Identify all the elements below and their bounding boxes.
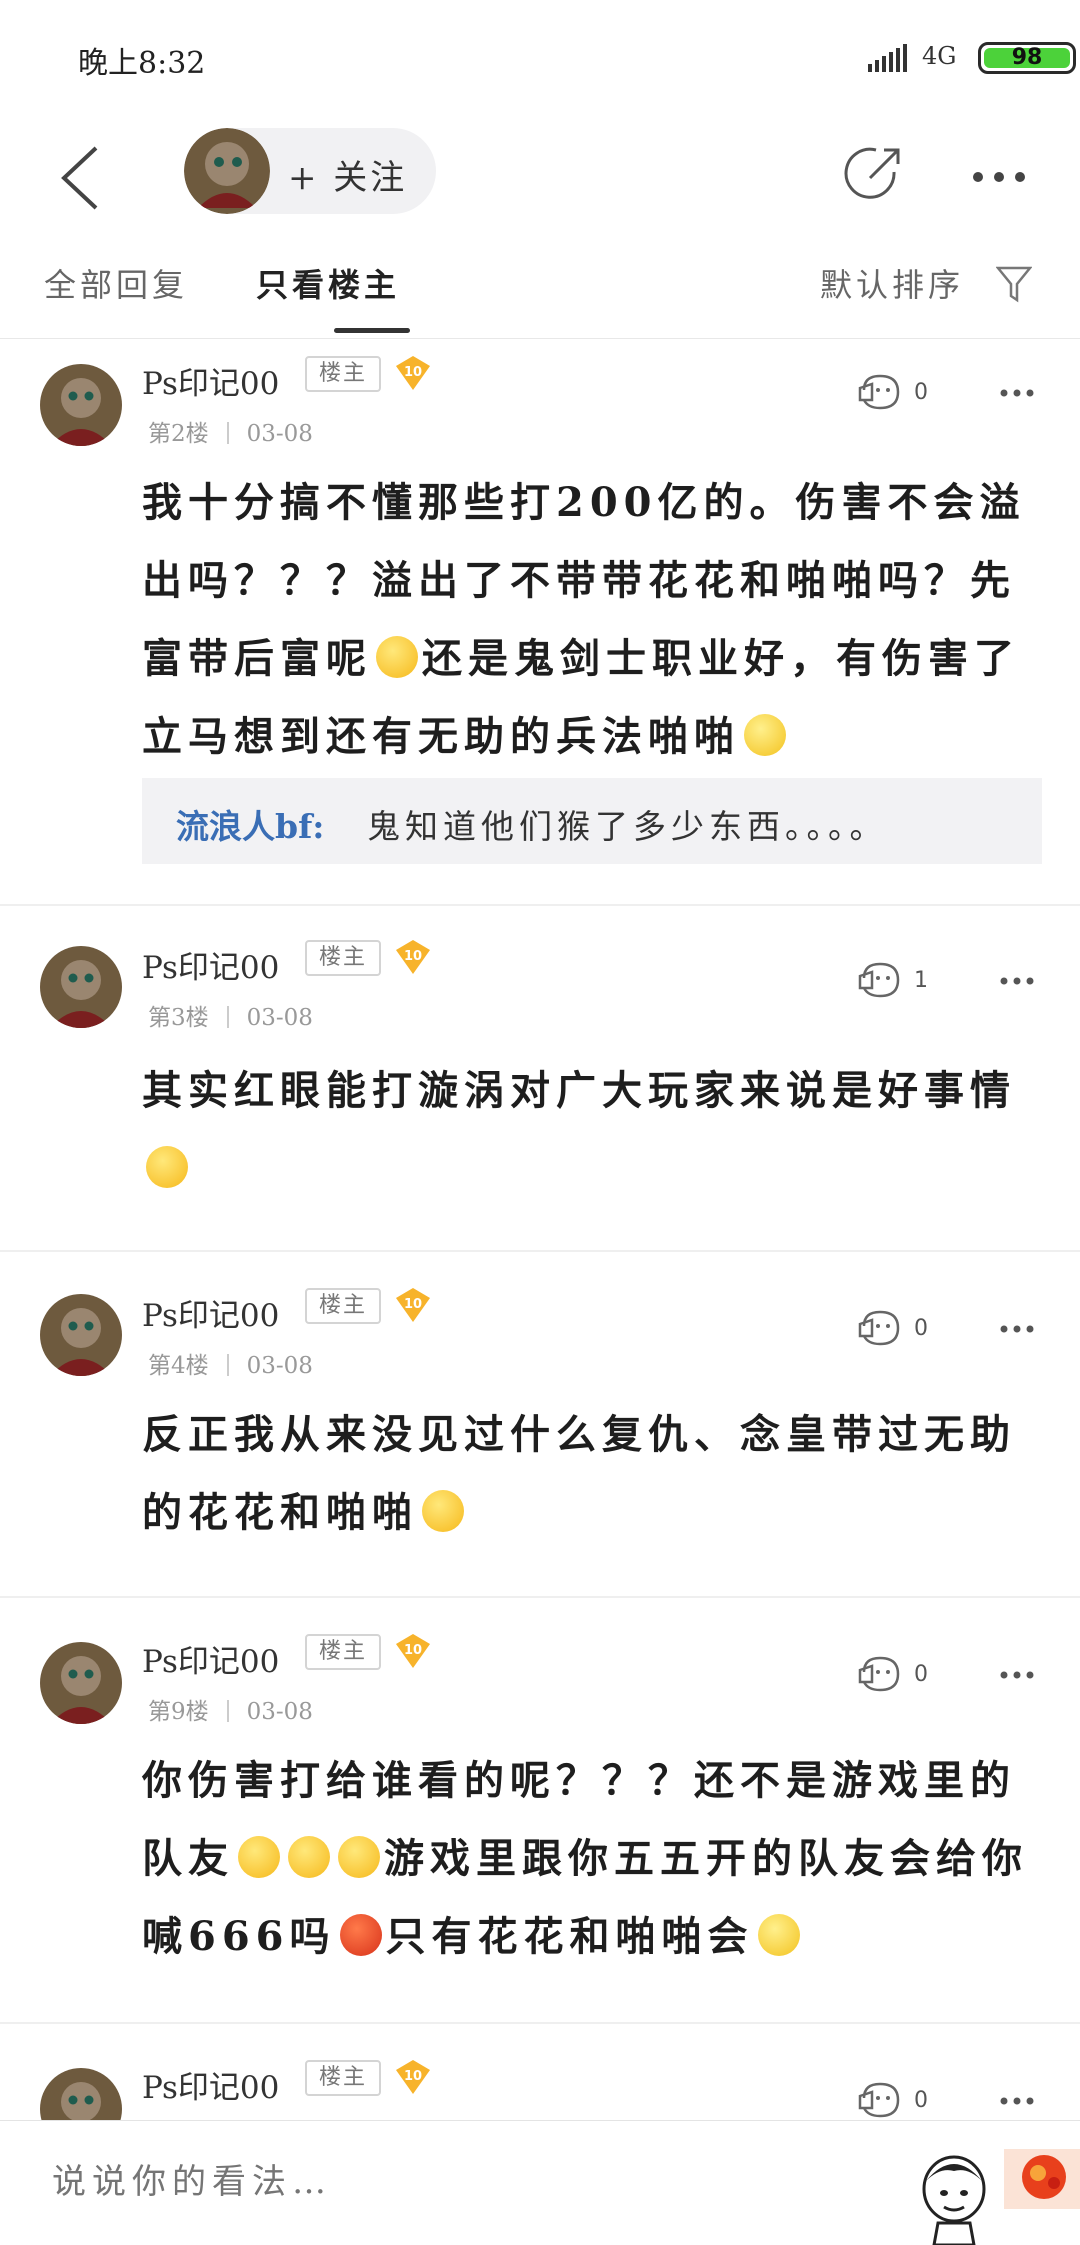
sub-reply[interactable]: 流浪人bf: 鬼知道他们猴了多少东西。。。。: [142, 778, 1042, 864]
owner-badge: 楼主: [305, 1634, 381, 1670]
username[interactable]: Ps印记00: [142, 1290, 279, 1335]
more-options-icon[interactable]: [972, 170, 1026, 184]
emoji-icon: [757, 1914, 800, 1956]
post-date: 03-08: [246, 421, 313, 447]
avatar[interactable]: [40, 946, 122, 1028]
owner-badge: 楼主: [305, 940, 381, 976]
emoji-icon: [338, 1836, 380, 1878]
post-content: 你伤害打给谁看的呢？？？还不是游戏里的队友 游戏里跟你五五开的队友会给你喊666吗…: [142, 1757, 1028, 1960]
sticker-icon[interactable]: [1004, 2149, 1080, 2209]
tab-only-owner[interactable]: 只看楼主: [256, 260, 400, 306]
post-meta: 第4楼 03-08: [148, 1346, 313, 1380]
svg-text:10: 10: [404, 1297, 422, 1312]
status-time: 晚上8:32: [78, 46, 206, 81]
level-badge-icon: 10: [396, 1288, 430, 1322]
sub-reply-author[interactable]: 流浪人bf:: [176, 800, 324, 848]
comment-input[interactable]: [50, 2161, 614, 2203]
like-count: 0: [914, 380, 928, 405]
owner-badge: 楼主: [305, 1288, 381, 1324]
level-badge-icon: 10: [396, 1634, 430, 1668]
like-count: 1: [914, 968, 928, 993]
more-options-icon[interactable]: [1000, 976, 1034, 986]
signal-icon: [868, 44, 907, 72]
reply-post: Ps印记00 楼主 10 第2楼 03-08 0 我十分搞不懂那些打200亿的。伤…: [0, 340, 1080, 906]
owner-badge: 楼主: [305, 356, 381, 392]
network-type: 4G: [922, 42, 957, 70]
share-icon[interactable]: [842, 142, 906, 206]
floor-number: 第9楼: [148, 1699, 209, 1725]
floor-number: 第3楼: [148, 1005, 209, 1031]
post-date: 03-08: [246, 1353, 313, 1379]
reply-post: Ps印记00 楼主 10 第3楼 03-08 1 其实红眼能打漩涡对广大玩家来说是…: [0, 906, 1080, 1252]
more-options-icon[interactable]: [1000, 2096, 1034, 2106]
username[interactable]: Ps印记00: [142, 1636, 279, 1681]
emoji-icon: [146, 1146, 188, 1188]
username[interactable]: Ps印记00: [142, 2062, 279, 2107]
like-icon[interactable]: [858, 370, 904, 412]
meme-sticker-icon[interactable]: [918, 2153, 990, 2245]
status-bar: 晚上8:32 4G 98: [0, 0, 1080, 118]
emoji-icon: [288, 1836, 330, 1878]
svg-text:10: 10: [404, 2069, 422, 2084]
like-count: 0: [914, 1316, 928, 1341]
emoji-icon: [422, 1490, 464, 1532]
svg-text:10: 10: [404, 949, 422, 964]
battery-level: 98: [1011, 45, 1043, 70]
level-badge-icon: 10: [396, 356, 430, 390]
back-icon[interactable]: [52, 142, 106, 214]
post-content: 其实红眼能打漩涡对广大玩家来说是好事情: [142, 1052, 1042, 1208]
filter-icon[interactable]: [996, 264, 1032, 304]
emoji-icon: [376, 636, 418, 678]
post-date: 03-08: [246, 1699, 313, 1725]
comment-bar: [0, 2120, 1080, 2245]
floor-number: 第2楼: [148, 421, 209, 447]
emoji-icon: [339, 1914, 382, 1956]
avatar[interactable]: [40, 1294, 122, 1376]
post-meta: 第2楼 03-08: [148, 414, 313, 448]
emoji-icon: [238, 1836, 280, 1878]
tab-all-replies[interactable]: 全部回复: [44, 260, 188, 306]
like-icon[interactable]: [858, 1652, 904, 1694]
reply-post: Ps印记00 楼主 10 0: [0, 2024, 1080, 2120]
level-badge-icon: 10: [396, 940, 430, 974]
top-nav: + 关注: [0, 118, 1080, 238]
floor-number: 第4楼: [148, 1353, 209, 1379]
svg-text:10: 10: [404, 365, 422, 380]
follow-label: + 关注: [288, 158, 408, 198]
username[interactable]: Ps印记00: [142, 358, 279, 403]
author-avatar[interactable]: [184, 128, 270, 214]
post-date: 03-08: [246, 1005, 313, 1031]
post-meta: 第9楼 03-08: [148, 1692, 313, 1726]
avatar[interactable]: [40, 364, 122, 446]
username[interactable]: Ps印记00: [142, 942, 279, 987]
active-tab-indicator: [334, 328, 410, 333]
reply-post: Ps印记00 楼主 10 第9楼 03-08 0 你伤害打给谁看的呢？？？还不是游…: [0, 1598, 1080, 2024]
more-options-icon[interactable]: [1000, 388, 1034, 398]
more-options-icon[interactable]: [1000, 1324, 1034, 1334]
level-badge-icon: 10: [396, 2060, 430, 2094]
owner-badge: 楼主: [305, 2060, 381, 2096]
like-count: 0: [914, 1662, 928, 1687]
follow-button[interactable]: + 关注: [184, 128, 436, 214]
sub-reply-text: 鬼知道他们猴了多少东西。。。。: [367, 807, 888, 846]
avatar[interactable]: [40, 1642, 122, 1724]
reply-filter-bar: 全部回复 只看楼主 默认排序: [0, 238, 1080, 339]
sort-dropdown[interactable]: 默认排序: [820, 260, 964, 306]
like-icon[interactable]: [858, 958, 904, 1000]
reply-post: Ps印记00 楼主 10 第4楼 03-08 0 反正我从来没见过什么复仇、念皇带…: [0, 1252, 1080, 1598]
svg-text:10: 10: [404, 1643, 422, 1658]
like-icon[interactable]: [858, 1306, 904, 1348]
post-meta: 第3楼 03-08: [148, 998, 313, 1032]
emoji-icon: [744, 714, 786, 756]
post-content: 反正我从来没见过什么复仇、念皇带过无助的花花和啪啪: [142, 1411, 1016, 1536]
like-count: 0: [914, 2088, 928, 2113]
post-content: 我十分搞不懂那些打200亿的。伤害不会溢出吗？？？溢出了不带带花花和啪啪吗？先富…: [142, 479, 1026, 760]
battery-icon: 98: [978, 42, 1076, 74]
like-icon[interactable]: [858, 2078, 904, 2120]
more-options-icon[interactable]: [1000, 1670, 1034, 1680]
avatar[interactable]: [40, 2068, 122, 2120]
